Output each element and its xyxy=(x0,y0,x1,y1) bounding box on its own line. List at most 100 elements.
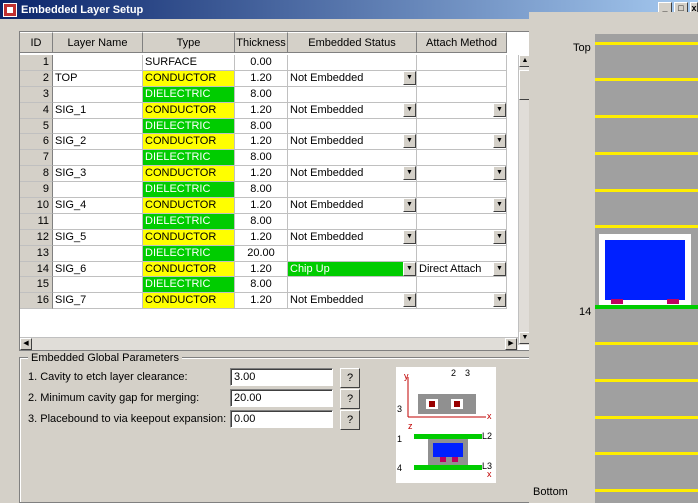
table-row[interactable]: 10 SIG_4 CONDUCTOR 1.20 Not Embedded ▼ ▼ xyxy=(20,198,507,214)
horizontal-scrollbar[interactable]: ◀ ▶ xyxy=(20,337,518,350)
scroll-left-button[interactable]: ◀ xyxy=(20,338,32,350)
thickness-cell[interactable]: 1.20 xyxy=(235,70,288,87)
dropdown-arrow-icon[interactable]: ▼ xyxy=(403,70,416,85)
dropdown-arrow-icon[interactable]: ▼ xyxy=(493,261,506,276)
header-id[interactable]: ID xyxy=(20,32,53,53)
dropdown-arrow-icon[interactable]: ▼ xyxy=(403,166,416,181)
type-cell[interactable]: CONDUCTOR xyxy=(143,198,235,214)
header-type[interactable]: Type xyxy=(143,32,235,53)
header-attach-method[interactable]: Attach Method xyxy=(417,32,507,53)
table-row[interactable]: 9 DIELECTRIC 8.00 xyxy=(20,182,507,199)
type-cell[interactable]: SURFACE xyxy=(143,55,235,71)
embedded-status-dropdown[interactable]: Not Embedded ▼ xyxy=(288,102,416,118)
layer-name-cell[interactable]: TOP xyxy=(53,70,143,87)
header-layer-name[interactable]: Layer Name xyxy=(53,32,143,53)
thickness-cell[interactable]: 1.20 xyxy=(235,198,288,214)
attach-method-dropdown[interactable]: ▼ xyxy=(417,229,506,245)
table-row[interactable]: 5 DIELECTRIC 8.00 xyxy=(20,118,507,135)
dropdown-arrow-icon[interactable]: ▼ xyxy=(403,198,416,213)
embedded-status-dropdown[interactable]: Not Embedded ▼ xyxy=(288,198,416,213)
thickness-cell[interactable]: 8.00 xyxy=(235,277,288,294)
cavity-clearance-input[interactable]: 3.00 xyxy=(230,368,333,386)
embedded-status-dropdown[interactable]: Not Embedded ▼ xyxy=(288,166,416,181)
layer-name-cell[interactable]: SIG_3 xyxy=(53,166,143,183)
attach-method-dropdown[interactable]: ▼ xyxy=(417,102,506,118)
min-cavity-gap-help-button[interactable]: ? xyxy=(340,389,360,409)
type-cell[interactable]: CONDUCTOR xyxy=(143,70,235,87)
embedded-status-dropdown[interactable]: Not Embedded ▼ xyxy=(288,70,416,86)
type-cell[interactable]: CONDUCTOR xyxy=(143,134,235,151)
type-cell[interactable]: DIELECTRIC xyxy=(143,150,235,167)
thickness-cell[interactable]: 8.00 xyxy=(235,86,288,103)
dropdown-arrow-icon[interactable]: ▼ xyxy=(403,261,416,276)
table-row[interactable]: 13 DIELECTRIC 20.00 xyxy=(20,245,507,262)
table-row[interactable]: 11 DIELECTRIC 8.00 xyxy=(20,213,507,230)
type-cell[interactable]: CONDUCTOR xyxy=(143,293,235,310)
type-cell[interactable]: DIELECTRIC xyxy=(143,213,235,230)
layer-name-cell[interactable] xyxy=(53,213,143,230)
thickness-cell[interactable]: 20.00 xyxy=(235,245,288,262)
cavity-clearance-help-button[interactable]: ? xyxy=(340,368,360,388)
thickness-cell[interactable]: 1.20 xyxy=(235,166,288,183)
layer-name-cell[interactable] xyxy=(53,55,143,71)
type-cell[interactable]: CONDUCTOR xyxy=(143,102,235,119)
embedded-status-dropdown[interactable]: Not Embedded ▼ xyxy=(288,229,416,245)
type-cell[interactable]: CONDUCTOR xyxy=(143,261,235,278)
thickness-cell[interactable]: 8.00 xyxy=(235,118,288,135)
table-row[interactable]: 4 SIG_1 CONDUCTOR 1.20 Not Embedded ▼ ▼ xyxy=(20,102,507,119)
scroll-right-button[interactable]: ▶ xyxy=(505,338,517,350)
type-cell[interactable]: DIELECTRIC xyxy=(143,182,235,199)
table-row[interactable]: 3 DIELECTRIC 8.00 xyxy=(20,86,507,103)
embedded-status-dropdown[interactable]: Not Embedded ▼ xyxy=(288,293,416,308)
thickness-cell[interactable]: 1.20 xyxy=(235,229,288,246)
dropdown-arrow-icon[interactable]: ▼ xyxy=(493,166,506,181)
attach-method-dropdown[interactable]: ▼ xyxy=(417,293,506,308)
type-cell[interactable]: CONDUCTOR xyxy=(143,229,235,246)
embedded-status-dropdown[interactable]: Not Embedded ▼ xyxy=(288,134,416,149)
layer-name-cell[interactable]: SIG_7 xyxy=(53,293,143,310)
table-row[interactable]: 16 SIG_7 CONDUCTOR 1.20 Not Embedded ▼ ▼ xyxy=(20,293,507,310)
type-cell[interactable]: DIELECTRIC xyxy=(143,245,235,262)
dropdown-arrow-icon[interactable]: ▼ xyxy=(403,102,416,117)
thickness-cell[interactable]: 0.00 xyxy=(235,55,288,71)
header-embedded-status[interactable]: Embedded Status xyxy=(288,32,417,53)
layer-name-cell[interactable] xyxy=(53,86,143,103)
table-row[interactable]: 14 SIG_6 CONDUCTOR 1.20 Chip Up ▼ Direct Attac… xyxy=(20,261,507,278)
layer-name-cell[interactable] xyxy=(53,182,143,199)
attach-method-dropdown[interactable]: Direct Attach ▼ xyxy=(417,261,506,277)
thickness-cell[interactable]: 8.00 xyxy=(235,182,288,199)
dropdown-arrow-icon[interactable]: ▼ xyxy=(493,229,506,244)
table-row[interactable]: 2 TOP CONDUCTOR 1.20 Not Embedded ▼ xyxy=(20,70,507,87)
layer-name-cell[interactable] xyxy=(53,118,143,135)
dropdown-arrow-icon[interactable]: ▼ xyxy=(403,229,416,244)
thickness-cell[interactable]: 8.00 xyxy=(235,150,288,167)
dropdown-arrow-icon[interactable]: ▼ xyxy=(493,293,506,308)
layer-name-cell[interactable]: SIG_1 xyxy=(53,102,143,119)
type-cell[interactable]: DIELECTRIC xyxy=(143,86,235,103)
type-cell[interactable]: CONDUCTOR xyxy=(143,166,235,183)
layer-name-cell[interactable]: SIG_5 xyxy=(53,229,143,246)
thickness-cell[interactable]: 1.20 xyxy=(235,293,288,310)
attach-method-dropdown[interactable]: ▼ xyxy=(417,134,506,149)
table-row[interactable]: 15 DIELECTRIC 8.00 xyxy=(20,277,507,294)
embedded-status-dropdown[interactable]: Chip Up ▼ xyxy=(288,261,416,277)
placebound-expansion-help-button[interactable]: ? xyxy=(340,410,360,430)
dropdown-arrow-icon[interactable]: ▼ xyxy=(403,293,416,308)
header-thickness[interactable]: Thickness xyxy=(235,32,288,53)
dropdown-arrow-icon[interactable]: ▼ xyxy=(493,102,506,117)
table-row[interactable]: 6 SIG_2 CONDUCTOR 1.20 Not Embedded ▼ ▼ xyxy=(20,134,507,151)
dropdown-arrow-icon[interactable]: ▼ xyxy=(493,134,506,149)
layer-name-cell[interactable] xyxy=(53,277,143,294)
min-cavity-gap-input[interactable]: 20.00 xyxy=(230,389,333,407)
layer-name-cell[interactable]: SIG_4 xyxy=(53,198,143,214)
thickness-cell[interactable]: 1.20 xyxy=(235,102,288,119)
table-row[interactable]: 1 SURFACE 0.00 xyxy=(20,55,507,71)
table-row[interactable]: 8 SIG_3 CONDUCTOR 1.20 Not Embedded ▼ ▼ xyxy=(20,166,507,183)
dropdown-arrow-icon[interactable]: ▼ xyxy=(403,134,416,149)
thickness-cell[interactable]: 1.20 xyxy=(235,261,288,278)
table-row[interactable]: 7 DIELECTRIC 8.00 xyxy=(20,150,507,167)
attach-method-dropdown[interactable]: ▼ xyxy=(417,198,506,213)
layer-name-cell[interactable] xyxy=(53,245,143,262)
thickness-cell[interactable]: 1.20 xyxy=(235,134,288,151)
type-cell[interactable]: DIELECTRIC xyxy=(143,277,235,294)
